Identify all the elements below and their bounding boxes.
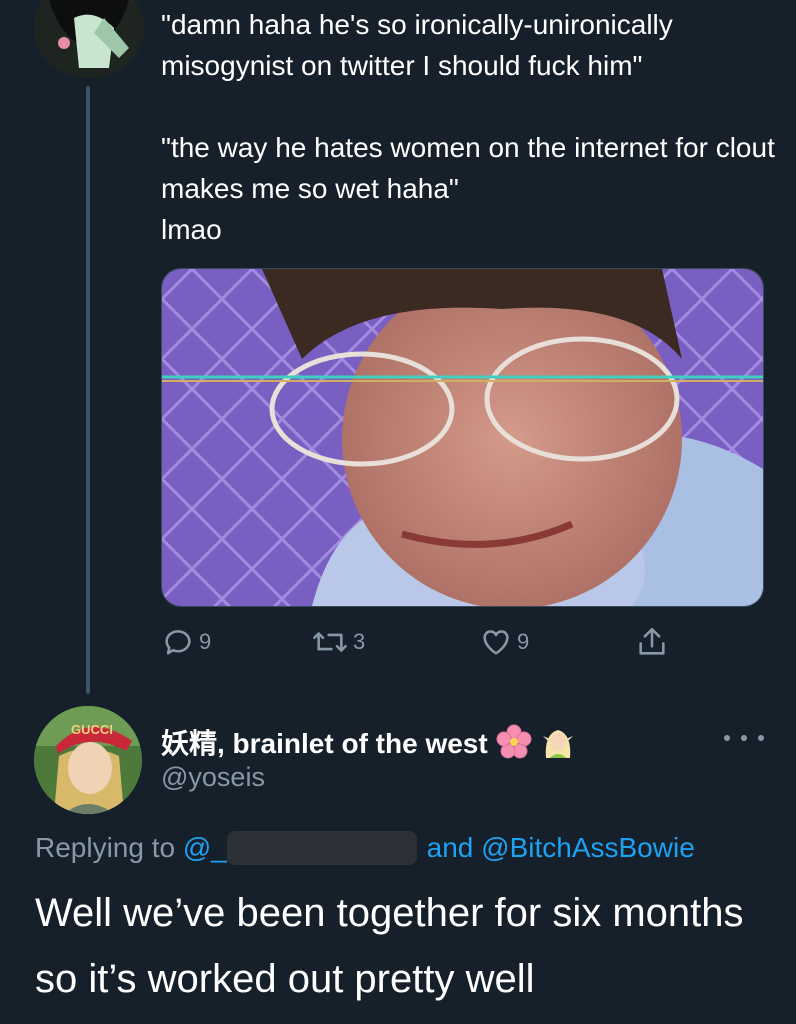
- reply-button[interactable]: 9: [161, 620, 211, 664]
- reply-tweet-text: Well we’ve been together for six months …: [35, 891, 744, 1001]
- share-icon: [639, 627, 665, 655]
- more-dot-icon: [758, 735, 764, 741]
- cherry-blossom-icon: [496, 724, 532, 759]
- tweet-line-3: lmao: [161, 214, 222, 245]
- reply-author-avatar[interactable]: GUCCI: [34, 706, 142, 814]
- tweet-media-image[interactable]: [161, 268, 764, 607]
- heart-icon: [483, 630, 509, 655]
- replying-prefix: Replying to: [35, 832, 176, 863]
- avatar-hat-text: GUCCI: [71, 722, 113, 737]
- replying-to-user-2[interactable]: @BitchAssBowie: [481, 832, 695, 864]
- elf-woman-icon: [542, 730, 573, 758]
- retweet-button[interactable]: 3: [311, 620, 365, 664]
- more-dot-icon: [724, 735, 730, 741]
- reply-handle[interactable]: @yoseis: [161, 762, 265, 793]
- tweet-line-2: "the way he hates women on the internet …: [161, 132, 775, 204]
- reply-icon: [165, 630, 191, 655]
- reply-display-name: 妖精, brainlet of the west: [161, 728, 488, 759]
- redaction-box: [226, 831, 417, 865]
- like-count: 9: [517, 629, 530, 654]
- replying-and: and: [426, 832, 474, 863]
- replying-to-line: Replying to @_ and @BitchAssBowie: [35, 828, 695, 868]
- author-avatar[interactable]: [34, 0, 144, 78]
- tweet-line-1: "damn haha he's so ironically-unironical…: [161, 9, 673, 81]
- tweet-action-bar: 9 3 9: [161, 620, 681, 664]
- share-button[interactable]: [635, 620, 669, 664]
- retweet-count: 3: [353, 629, 366, 654]
- reply-display-name-row[interactable]: 妖精, brainlet of the west: [161, 720, 576, 764]
- thread-connector: [86, 86, 90, 694]
- reply-count: 9: [199, 629, 212, 654]
- retweet-icon: [313, 632, 347, 652]
- tweet-text: "damn haha he's so ironically-unironical…: [161, 4, 781, 250]
- like-button[interactable]: 9: [479, 620, 529, 664]
- replying-to-user-1[interactable]: @_: [183, 832, 227, 864]
- more-dot-icon: [741, 735, 747, 741]
- more-options-button[interactable]: [724, 728, 764, 748]
